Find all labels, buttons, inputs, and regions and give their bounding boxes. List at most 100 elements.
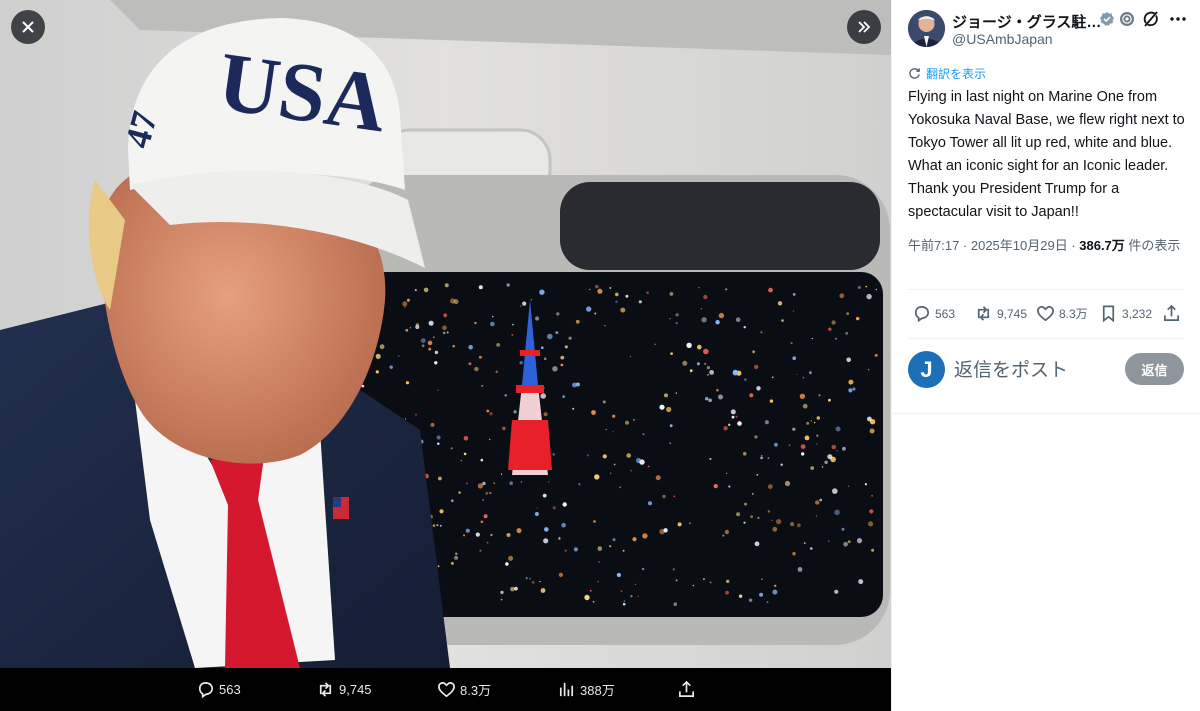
city-light bbox=[675, 579, 678, 582]
share-button[interactable] bbox=[1162, 304, 1181, 323]
city-light bbox=[420, 338, 426, 343]
city-light bbox=[520, 305, 522, 307]
media-repost-button[interactable]: 9,745 bbox=[316, 668, 372, 711]
city-light bbox=[772, 589, 778, 595]
city-light bbox=[735, 415, 738, 418]
city-light bbox=[547, 333, 553, 340]
city-light bbox=[544, 527, 549, 532]
city-light bbox=[454, 555, 459, 560]
city-light bbox=[405, 381, 410, 385]
post-timestamp[interactable]: 午前7:17 · 2025年10月29日 · bbox=[908, 238, 1079, 253]
repost-icon bbox=[977, 306, 990, 321]
city-light bbox=[857, 286, 861, 289]
city-light bbox=[669, 292, 674, 296]
city-light bbox=[738, 594, 743, 598]
city-light bbox=[626, 453, 631, 458]
double-chevron-right-icon bbox=[858, 21, 871, 33]
media-like-button[interactable]: 8.3万 bbox=[437, 668, 491, 711]
expand-panel-button[interactable] bbox=[847, 10, 881, 44]
media-views-button[interactable]: 388万 bbox=[557, 668, 615, 711]
reply-input[interactable] bbox=[954, 355, 1124, 385]
city-light bbox=[463, 436, 469, 441]
city-light bbox=[597, 546, 603, 551]
city-light bbox=[516, 528, 522, 534]
city-light bbox=[442, 325, 447, 331]
close-button[interactable] bbox=[11, 10, 45, 44]
city-light bbox=[696, 362, 700, 366]
city-light bbox=[519, 361, 523, 365]
city-light bbox=[663, 528, 668, 533]
city-light bbox=[725, 590, 729, 595]
city-light bbox=[548, 480, 550, 483]
city-light bbox=[824, 460, 828, 464]
city-light bbox=[669, 318, 671, 320]
city-light bbox=[434, 350, 439, 355]
city-light bbox=[451, 499, 454, 503]
author-handle[interactable]: @USAmbJapan bbox=[952, 31, 1053, 47]
city-light bbox=[867, 369, 870, 371]
city-light bbox=[718, 312, 725, 319]
city-light bbox=[619, 486, 622, 489]
city-light bbox=[827, 540, 830, 542]
author-avatar[interactable] bbox=[908, 10, 945, 47]
current-user-avatar[interactable]: J bbox=[908, 351, 945, 388]
city-light bbox=[486, 409, 490, 413]
media-like-count: 8.3万 bbox=[460, 683, 492, 698]
media-share-button[interactable] bbox=[677, 668, 696, 711]
city-light bbox=[742, 451, 747, 456]
city-light bbox=[835, 337, 838, 340]
city-light bbox=[509, 481, 513, 486]
city-light bbox=[561, 522, 566, 528]
like-button[interactable]: 8.3万 bbox=[1036, 304, 1088, 323]
repost-button[interactable]: 9,745 bbox=[974, 304, 1027, 323]
media-views-count: 388万 bbox=[580, 683, 615, 698]
city-light bbox=[682, 360, 688, 366]
city-light bbox=[543, 412, 548, 417]
city-light bbox=[595, 284, 599, 289]
city-light bbox=[828, 327, 832, 331]
more-options-button[interactable] bbox=[1169, 10, 1187, 33]
bookmark-icon bbox=[1102, 305, 1115, 323]
author-display-name[interactable]: ジョージ・グラス駐… bbox=[952, 11, 1101, 32]
city-light bbox=[856, 538, 863, 544]
city-light bbox=[594, 312, 597, 315]
translate-label: 翻訳を表示 bbox=[926, 67, 987, 81]
city-light bbox=[474, 321, 477, 325]
city-light bbox=[804, 542, 806, 544]
city-light bbox=[646, 291, 649, 295]
city-light bbox=[816, 434, 819, 437]
city-light bbox=[730, 409, 736, 415]
city-light bbox=[848, 379, 854, 385]
city-light bbox=[453, 299, 459, 305]
city-light bbox=[764, 420, 770, 425]
translate-link[interactable]: 翻訳を表示 bbox=[908, 65, 986, 82]
city-light bbox=[736, 512, 741, 517]
city-light bbox=[540, 588, 546, 593]
city-light bbox=[620, 307, 626, 313]
media-reply-button[interactable]: 563 bbox=[196, 668, 241, 711]
city-light bbox=[531, 581, 535, 584]
city-light bbox=[495, 370, 498, 373]
divider bbox=[908, 289, 1185, 290]
grok-button[interactable] bbox=[1142, 10, 1160, 33]
reply-button[interactable]: 563 bbox=[912, 304, 955, 323]
city-light bbox=[482, 499, 484, 501]
city-light bbox=[761, 578, 763, 580]
city-light bbox=[725, 288, 728, 291]
city-light bbox=[767, 510, 771, 513]
city-light bbox=[414, 289, 417, 292]
post-view-count: 386.7万 bbox=[1079, 238, 1125, 253]
city-light bbox=[769, 399, 774, 403]
city-light bbox=[482, 481, 486, 486]
city-light bbox=[415, 323, 420, 327]
government-affiliation-seal-icon bbox=[1120, 12, 1134, 26]
bookmark-count: 3,232 bbox=[1122, 306, 1153, 321]
verified-badge-icon bbox=[1100, 12, 1114, 26]
reply-submit-button[interactable]: 返信 bbox=[1125, 353, 1184, 385]
city-light bbox=[597, 581, 599, 583]
city-light bbox=[839, 293, 845, 299]
city-light bbox=[560, 363, 564, 367]
bookmark-button[interactable]: 3,232 bbox=[1099, 304, 1152, 323]
city-light bbox=[816, 443, 818, 445]
city-light bbox=[670, 352, 673, 355]
